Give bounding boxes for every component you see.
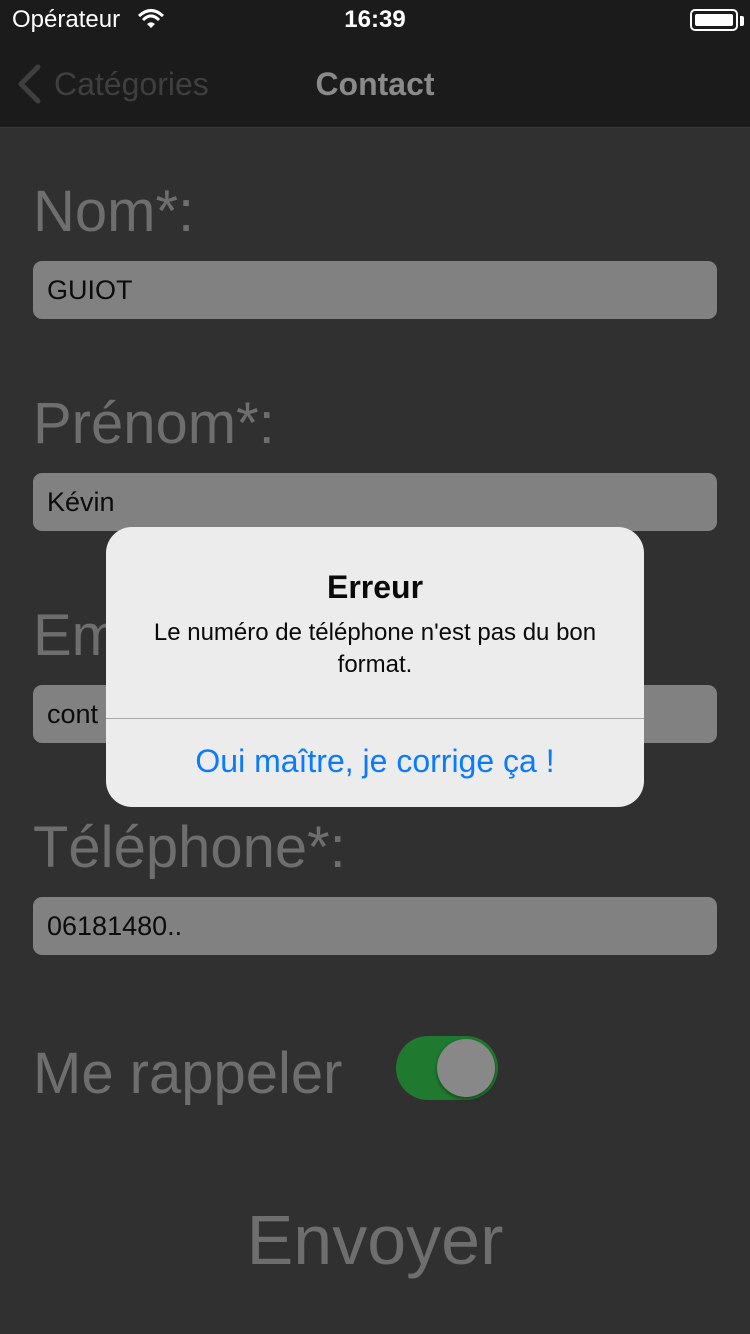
telephone-input[interactable]: 06181480..: [33, 897, 717, 955]
nom-label: Nom*:: [33, 179, 195, 244]
prenom-label: Prénom*:: [33, 391, 275, 456]
battery-icon: [690, 9, 738, 31]
alert-confirm-button[interactable]: Oui maître, je corrige ça !: [106, 743, 644, 780]
error-alert: Erreur Le numéro de téléphone n'est pas …: [106, 527, 644, 807]
rappel-toggle[interactable]: [396, 1036, 498, 1100]
page-title: Contact: [315, 66, 435, 102]
alert-divider: [106, 718, 644, 719]
clock: 16:39: [344, 6, 406, 33]
battery-tip: [740, 16, 744, 26]
telephone-label: Téléphone*:: [33, 815, 346, 880]
submit-button[interactable]: Envoyer: [0, 1200, 750, 1280]
nav-bar: Catégories Contact: [0, 40, 750, 128]
alert-message: Le numéro de téléphone n'est pas du bon …: [153, 619, 597, 678]
status-bar: Opérateur 16:39: [0, 0, 750, 40]
alert-title: Erreur: [326, 569, 424, 605]
nom-input[interactable]: GUIOT: [33, 261, 717, 319]
toggle-knob: [437, 1039, 495, 1097]
rappel-label: Me rappeler: [33, 1041, 343, 1106]
prenom-input[interactable]: Kévin: [33, 473, 717, 531]
